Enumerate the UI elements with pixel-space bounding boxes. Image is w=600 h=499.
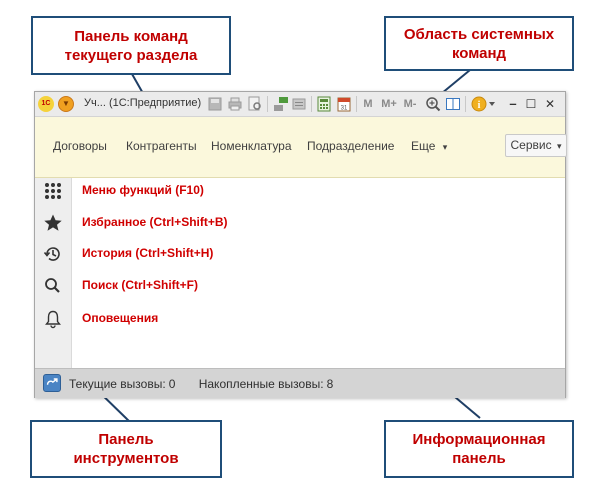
info-panel: Текущие вызовы: 0 Накопленные вызовы: 8: [35, 368, 565, 398]
star-icon[interactable]: [43, 213, 63, 233]
info-icon[interactable]: i: [471, 96, 487, 112]
info-panel-icon[interactable]: [43, 374, 61, 392]
callout-system-commands-line1: Область системных: [403, 25, 555, 43]
cmd-nomenclature[interactable]: Номенклатура: [211, 139, 292, 153]
memory-button[interactable]: M: [360, 96, 376, 112]
link-icon[interactable]: [273, 96, 289, 112]
chevron-down-icon[interactable]: [488, 100, 496, 108]
info-panel-text: Текущие вызовы: 0 Накопленные вызовы: 8: [69, 377, 353, 391]
current-calls-label: Текущие вызовы:: [69, 377, 166, 391]
callout-toolbar-line2: инструментов: [73, 450, 179, 467]
callout-section-commands-line2: текущего раздела: [64, 46, 198, 64]
bell-icon[interactable]: [43, 309, 63, 329]
separator: [267, 96, 268, 112]
callout-info-panel-line1: Информационная: [412, 431, 546, 448]
zoom-icon[interactable]: [425, 96, 441, 112]
history-icon[interactable]: [43, 244, 63, 264]
app-logo-icon: 1С: [38, 96, 54, 112]
svg-text:31: 31: [341, 106, 348, 112]
panels-icon[interactable]: [445, 96, 461, 112]
chevron-down-icon: ▾: [556, 141, 562, 151]
memory-plus-button[interactable]: M+: [379, 96, 399, 112]
callout-toolbar: Панель инструментов: [30, 420, 222, 478]
title-bar: 1С ▼ Уч... (1С:Предприятие) 31 M M+ M- i…: [35, 92, 565, 117]
workspace-area: Меню функций (F10) Избранное (Ctrl+Shift…: [72, 178, 565, 368]
callout-toolbar-line1: Панель: [98, 431, 154, 448]
callout-info-panel: Информационная панель: [384, 420, 574, 478]
accumulated-calls-label: Накопленные вызовы:: [198, 377, 324, 391]
main-menu-button[interactable]: ▼: [58, 96, 74, 112]
service-button[interactable]: Сервис ▾: [505, 134, 567, 157]
callout-system-commands: Область системных команд: [384, 16, 574, 71]
tool-label-favorites: Избранное (Ctrl+Shift+B): [82, 215, 228, 229]
window-title: Уч... (1С:Предприятие): [84, 97, 202, 109]
save-icon[interactable]: [207, 96, 223, 112]
service-label: Сервис: [510, 138, 552, 152]
grid-icon[interactable]: [43, 181, 63, 201]
accumulated-calls-value: 8: [326, 377, 334, 391]
accumulated-calls: Накопленные вызовы: 8: [199, 377, 344, 391]
attachment-icon[interactable]: [291, 96, 307, 112]
tool-label-notifications: Оповещения: [82, 311, 159, 325]
calendar-icon[interactable]: 31: [336, 96, 352, 112]
separator: [465, 96, 466, 112]
cmd-contracts[interactable]: Договоры: [53, 139, 107, 153]
memory-minus-button[interactable]: M-: [400, 96, 420, 112]
tool-label-search: Поиск (Ctrl+Shift+F): [82, 278, 199, 292]
callout-section-commands-line1: Панель команд: [74, 27, 188, 45]
cmd-counterparties[interactable]: Контрагенты: [126, 139, 197, 153]
cmd-more[interactable]: Еще ▾: [411, 139, 447, 153]
callout-info-panel-line2: панель: [452, 450, 506, 467]
tool-label-history: История (Ctrl+Shift+H): [82, 246, 214, 260]
separator: [311, 96, 312, 112]
current-calls-value: 0: [168, 377, 176, 391]
app-window: 1С ▼ Уч... (1С:Предприятие) 31 M M+ M- i…: [34, 91, 567, 398]
chevron-down-icon: ▾: [442, 142, 448, 152]
tools-panel: [35, 178, 72, 368]
cmd-subdivision[interactable]: Подразделение: [307, 139, 394, 153]
current-calls: Текущие вызовы: 0: [69, 377, 189, 391]
section-command-panel: Договоры Контрагенты Номенклатура Подраз…: [35, 117, 567, 178]
preview-icon[interactable]: [247, 96, 263, 112]
calculator-icon[interactable]: [316, 96, 332, 112]
svg-text:i: i: [478, 100, 481, 111]
callout-system-commands-line2: команд: [451, 44, 507, 62]
close-button[interactable]: ✕: [542, 96, 558, 112]
print-icon[interactable]: [227, 96, 243, 112]
minimize-button[interactable]: –: [505, 96, 521, 112]
maximize-button[interactable]: ☐: [523, 96, 539, 112]
callout-section-commands: Панель команд текущего раздела: [31, 16, 231, 75]
separator: [356, 96, 357, 112]
cmd-more-label: Еще: [411, 139, 436, 153]
search-icon[interactable]: [43, 276, 63, 296]
tool-label-functions-menu: Меню функций (F10): [82, 183, 204, 197]
